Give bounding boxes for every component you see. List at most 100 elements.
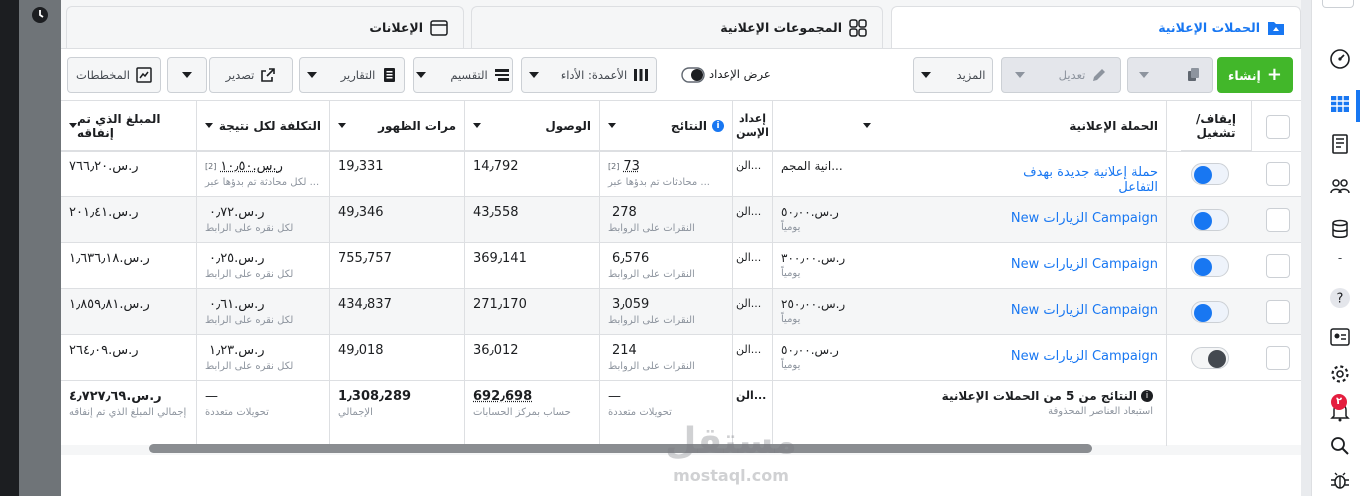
cost-note: [2] [205,162,217,171]
clock-icon[interactable] [31,6,49,24]
edit-button[interactable]: تعديل [1001,57,1121,93]
header-delivery-label: إعداد الإسن [736,111,769,139]
bell-icon[interactable]: ٢ [1327,394,1353,424]
totals-label: النتائج من 5 من الحملات الإعلانية [941,389,1137,403]
reach-value: 14٫792 [473,159,519,174]
totals-cost-cell: — تحويلات متعددة [197,389,329,418]
totals-results-cell: — تحويلات متعددة [600,389,732,418]
header-impressions[interactable]: مرات الظهور [330,101,464,151]
info-icon[interactable]: i [712,119,724,132]
toggle-knob [1194,258,1212,276]
columns-icon [634,69,649,81]
header-reach[interactable]: الوصول [465,101,599,151]
header-spent[interactable]: المبلغ الذي تم إنفاقه [61,101,196,151]
sort-caret-icon [473,123,481,128]
spent-value: ر.س.٢٠١٫٤١ [69,205,139,220]
gauge-icon[interactable] [1327,46,1353,72]
tab-campaigns[interactable]: الحملات الإعلانية [891,6,1301,48]
campaign-name-cell[interactable]: Campaign الزيارات New [1001,211,1166,226]
campaign-name-link[interactable]: Campaign الزيارات New [1011,349,1158,364]
bug-icon[interactable] [1327,468,1353,494]
catalog-icon[interactable] [1327,131,1353,157]
row-toggle[interactable] [1191,255,1229,277]
charts-button[interactable]: المخططات [67,57,161,93]
row-checkbox[interactable] [1266,208,1290,232]
row-checkbox[interactable] [1266,300,1290,324]
results-sub: النقرات على الروابط [608,361,695,372]
toggle-knob [1194,304,1212,322]
duplicate-button[interactable] [1127,57,1213,93]
search-icon[interactable] [1327,433,1353,459]
totals-reach: 692٫698 [473,389,533,404]
campaign-name-link[interactable]: Campaign الزيارات New [1011,211,1158,226]
create-label: إنشاء [1228,67,1261,83]
tab-adsets[interactable]: المجموعات الإعلانية [471,6,883,48]
audiences-icon[interactable] [1327,173,1353,199]
create-button[interactable]: إنشاء + [1217,57,1293,93]
spent-cell: ر.س.١٫٨٥٩٫٨١ [61,297,196,312]
row-toggle[interactable] [1191,209,1229,231]
campaign-name-cell[interactable]: Campaign الزيارات New [1001,257,1166,272]
results-note: [2] [608,162,620,171]
reach-cell: 369٫141 [465,251,599,266]
reach-value: 43٫558 [473,205,519,220]
results-cell: 3٫059 النقرات على الروابط [600,297,732,326]
campaign-name-link[interactable]: Campaign الزيارات New [1011,257,1158,272]
campaign-name-cell[interactable]: حملة إعلانية جديدة بهدف التفاعل [1001,165,1166,195]
id-card-icon[interactable] [1327,324,1353,350]
cost-value: ر.س.١٠٫٥٠ [220,159,283,174]
tab-ads[interactable]: الإعلانات [66,6,464,48]
more-button[interactable]: المزيد [913,57,993,93]
results-sub: النقرات على الروابط [608,269,695,280]
campaign-name-cell[interactable]: Campaign الزيارات New [1001,303,1166,318]
divider-dash: - [1337,251,1343,265]
tab-campaigns-label: الحملات الإعلانية [1158,20,1260,35]
row-checkbox[interactable] [1266,254,1290,278]
budget-sub: يومياً [781,222,801,233]
results-value: 214 [612,343,637,358]
row-checkbox[interactable] [1266,346,1290,370]
reports-button[interactable]: التقارير [299,57,405,93]
row-checkbox[interactable] [1266,162,1290,186]
info-icon[interactable]: i [1141,390,1153,402]
tab-ads-label: الإعلانات [369,20,423,35]
table-icon[interactable] [1327,91,1353,117]
row-toggle[interactable] [1191,347,1229,369]
row-toggle[interactable] [1191,301,1229,323]
budget-value: ر.س.٥٠٫٠٠ [781,205,839,219]
spent-cell: ر.س.٧٦٦٫٢٠ [61,159,196,174]
export-dropdown[interactable] [167,57,207,93]
impressions-cell: 19٫331 [330,159,464,174]
grid-icon [849,18,867,37]
header-campaign[interactable]: الحملة الإعلانية [773,101,1166,151]
export-button[interactable]: تصدير [209,57,293,93]
database-icon[interactable] [1327,216,1353,242]
columns-button[interactable]: الأعمدة: الأداء [521,57,657,93]
plus-icon: + [1266,64,1282,85]
right-sidebar: - ? ٢ [1311,0,1366,496]
totals-label-sub: استبعاد العناصر المحذوفة [1048,406,1153,417]
delivery-toggle[interactable] [681,66,705,84]
campaign-name-link[interactable]: Campaign الزيارات New [1011,303,1158,318]
delivery-cell: الن... [736,297,762,310]
corner-button[interactable] [1322,0,1354,8]
cost-value: ر.س.٠٫٧٢ [209,205,265,220]
header-delivery[interactable]: إعداد الإسن [733,101,772,151]
select-all-checkbox[interactable] [1266,115,1290,139]
help-icon[interactable]: ? [1327,285,1353,311]
sort-caret-icon [863,123,871,128]
toolbar: إنشاء + تعديل المزيد عرض الإعداد الأعمدة… [61,48,1301,100]
row-toggle[interactable] [1191,163,1229,185]
campaign-name-link[interactable]: حملة إعلانية جديدة بهدف التفاعل [1023,165,1158,195]
header-results[interactable]: النتائج i [600,101,732,151]
left-dark-strip [0,0,19,496]
cost-value: ر.س.٠٫٦١ [209,297,265,312]
breakdown-button[interactable]: التقسيم [413,57,513,93]
header-cost[interactable]: التكلفة لكل نتيجة [197,101,329,151]
totals-label-cell: النتائج من 5 من الحملات الإعلانية i استب… [781,389,1161,417]
horizontal-scrollbar[interactable] [149,444,1092,453]
reach-cell: 14٫792 [465,159,599,174]
gear-icon[interactable] [1327,361,1353,387]
chevron-down-icon [920,72,931,78]
campaign-name-cell[interactable]: Campaign الزيارات New [1001,349,1166,364]
